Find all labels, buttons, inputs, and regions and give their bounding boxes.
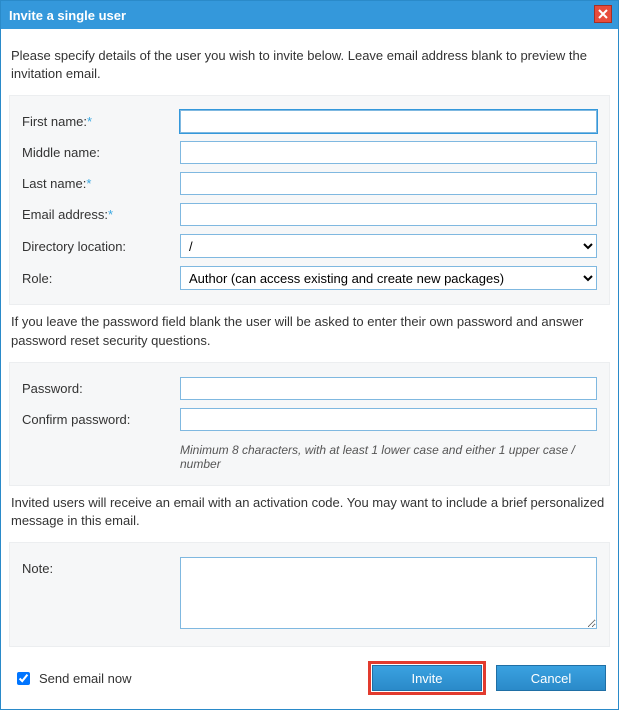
footer: Send email now Invite Cancel (9, 647, 610, 697)
invite-button-highlight: Invite (368, 661, 486, 695)
dialog-title: Invite a single user (9, 8, 126, 23)
send-email-label: Send email now (39, 671, 132, 686)
user-details-section: First name:* Middle name: Last name:* Em… (9, 95, 610, 305)
close-button[interactable] (594, 5, 612, 23)
last-name-input[interactable] (180, 172, 597, 195)
password-input[interactable] (180, 377, 597, 400)
send-email-checkbox-wrap[interactable]: Send email now (13, 669, 132, 688)
email-label: Email address:* (22, 207, 180, 222)
titlebar: Invite a single user (1, 1, 618, 29)
dialog-content: Please specify details of the user you w… (1, 29, 618, 709)
role-select[interactable]: Author (can access existing and create n… (180, 266, 597, 290)
email-input[interactable] (180, 203, 597, 226)
password-intro-text: If you leave the password field blank th… (9, 305, 610, 361)
middle-name-label: Middle name: (22, 145, 180, 160)
send-email-checkbox[interactable] (17, 672, 30, 685)
confirm-password-label: Confirm password: (22, 412, 180, 427)
directory-select[interactable]: / (180, 234, 597, 258)
password-label: Password: (22, 381, 180, 396)
password-hint: Minimum 8 characters, with at least 1 lo… (180, 439, 597, 471)
role-label: Role: (22, 271, 180, 286)
first-name-label: First name:* (22, 114, 180, 129)
note-textarea[interactable] (180, 557, 597, 629)
invite-button[interactable]: Invite (372, 665, 482, 691)
cancel-button[interactable]: Cancel (496, 665, 606, 691)
note-intro-text: Invited users will receive an email with… (9, 486, 610, 542)
note-label: Note: (22, 557, 180, 576)
note-section: Note: (9, 542, 610, 647)
close-icon (598, 9, 608, 19)
intro-text: Please specify details of the user you w… (9, 39, 610, 95)
middle-name-input[interactable] (180, 141, 597, 164)
directory-label: Directory location: (22, 239, 180, 254)
confirm-password-input[interactable] (180, 408, 597, 431)
password-section: Password: Confirm password: Minimum 8 ch… (9, 362, 610, 486)
invite-user-dialog: Invite a single user Please specify deta… (0, 0, 619, 710)
first-name-input[interactable] (180, 110, 597, 133)
last-name-label: Last name:* (22, 176, 180, 191)
